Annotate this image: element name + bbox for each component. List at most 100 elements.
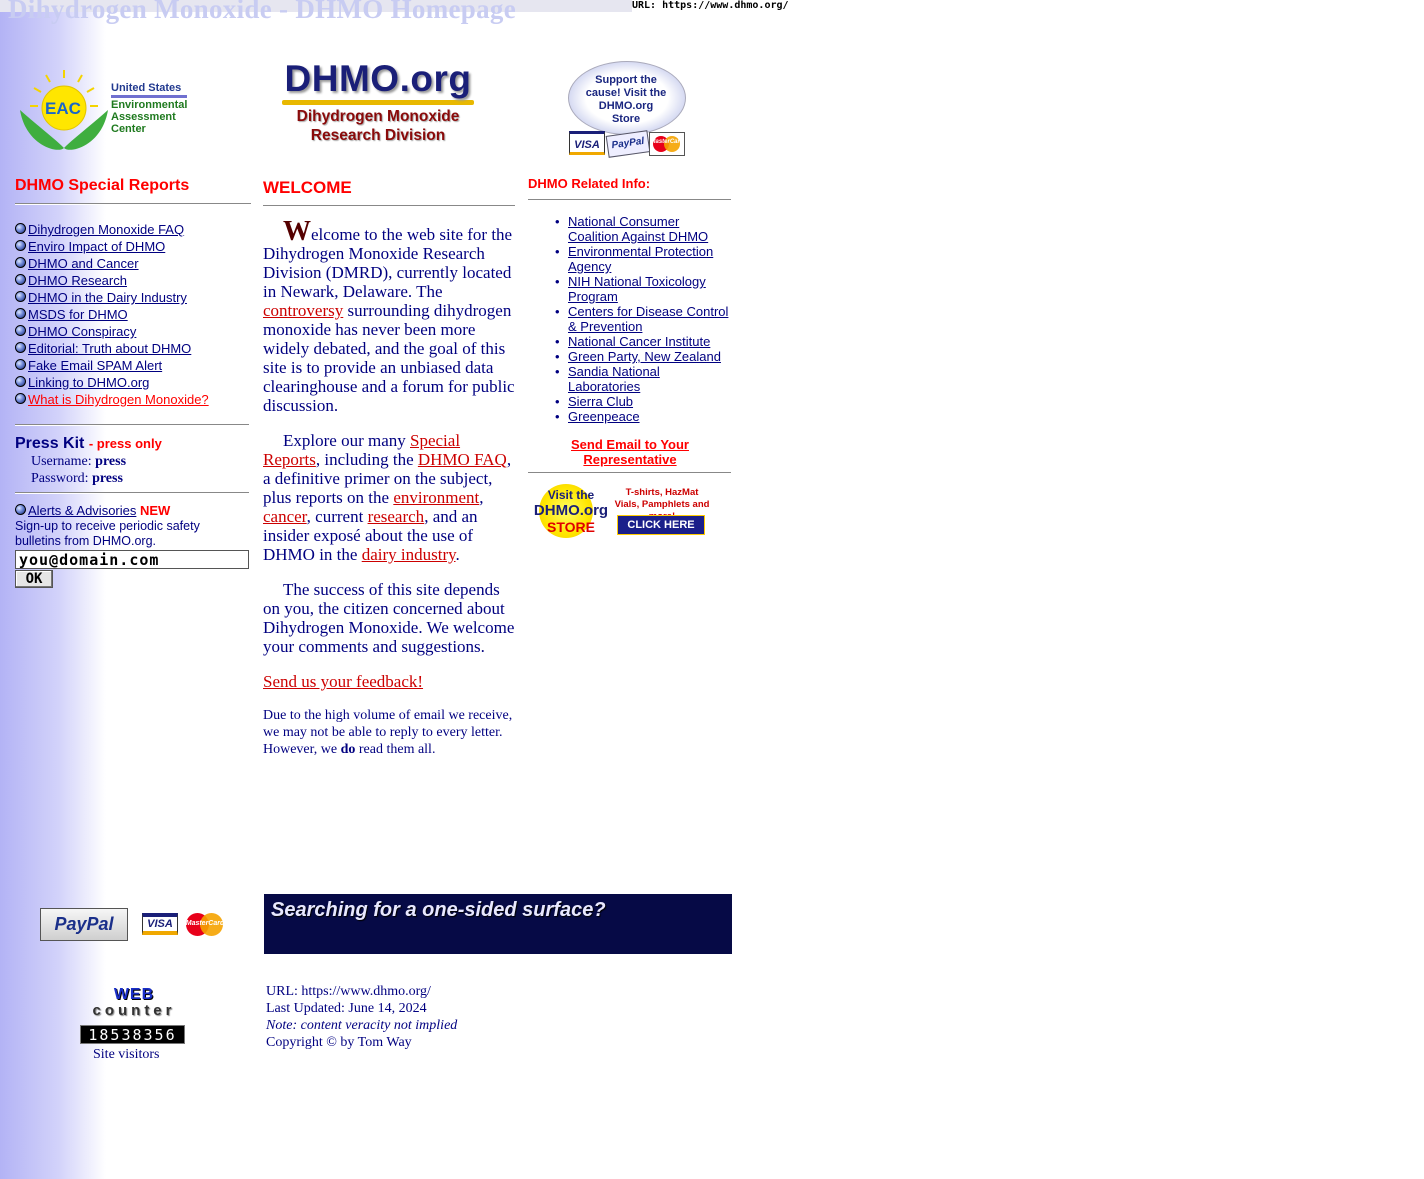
related-info-title: DHMO Related Info: (528, 176, 651, 191)
username-label: Username: (31, 454, 92, 469)
drop-cap: W (283, 216, 311, 247)
email-field[interactable] (15, 550, 249, 569)
page-footer: URL: https://www.dhmo.org/ Last Updated:… (266, 983, 466, 1051)
related-link-epa[interactable]: Environmental Protection Agency (568, 244, 713, 274)
eac-line-2: Environmental (111, 99, 188, 111)
store-ad[interactable]: Visit the DHMO.org STORE T-shirts, HazMa… (529, 484, 713, 540)
report-link-what-is[interactable]: What is Dihydrogen Monoxide? (28, 392, 209, 407)
welcome-paragraph-3: The success of this site depends on you,… (263, 580, 515, 656)
cancer-link[interactable]: cancer (263, 507, 307, 526)
feedback-link[interactable]: Send us your feedback! (263, 672, 423, 691)
report-link-linking[interactable]: Linking to DHMO.org (28, 375, 149, 390)
dhmo-logo-stripe (282, 100, 474, 105)
related-item: Centers for Disease Control & Prevention (528, 304, 733, 334)
related-link-green-party[interactable]: Green Party, New Zealand (568, 349, 721, 364)
left-divider-2 (15, 424, 249, 426)
welcome-paragraph-1: Welcome to the web site for the Dihydrog… (263, 218, 515, 416)
report-item-dairy: DHMO in the Dairy Industry (15, 290, 255, 307)
report-link-editorial[interactable]: Editorial: Truth about DHMO (28, 341, 191, 356)
alerts-link[interactable]: Alerts & Advisories (28, 503, 136, 518)
welcome-paragraph-2: Explore our many Special Reports, includ… (263, 431, 515, 564)
store-word-text: STORE (547, 519, 595, 535)
left-divider-3 (15, 492, 249, 494)
report-item-spam: Fake Email SPAM Alert (15, 358, 255, 375)
related-links-list: National Consumer Coalition Against DHMO… (528, 214, 733, 424)
report-item-cancer: DHMO and Cancer (15, 256, 255, 273)
dhmo-logo[interactable]: DHMO.org Dihydrogen Monoxide Research Di… (278, 58, 478, 156)
related-item: National Cancer Institute (528, 334, 733, 349)
related-item: Sierra Club (528, 394, 733, 409)
research-link[interactable]: research (368, 507, 425, 526)
report-link-conspiracy[interactable]: DHMO Conspiracy (28, 324, 136, 339)
related-link-cdc[interactable]: Centers for Disease Control & Prevention (568, 304, 728, 334)
alerts-row: Alerts & Advisories NEW (15, 503, 170, 518)
footer-updated: Last Updated: June 14, 2024 (266, 1001, 427, 1016)
page-title: Dihydrogen Monoxide - DHMO Homepage (8, 0, 516, 24)
report-link-spam[interactable]: Fake Email SPAM Alert (28, 358, 162, 373)
right-divider-1 (528, 199, 731, 201)
new-badge: NEW (140, 503, 171, 518)
special-reports-list: Dihydrogen Monoxide FAQ Enviro Impact of… (15, 222, 255, 409)
related-link-sandia[interactable]: Sandia National Laboratories (568, 364, 660, 394)
paypal-button[interactable]: PayPal (40, 908, 128, 941)
environment-link[interactable]: environment (393, 488, 479, 507)
report-link-faq[interactable]: Dihydrogen Monoxide FAQ (28, 222, 184, 237)
report-link-dairy[interactable]: DHMO in the Dairy Industry (28, 290, 187, 305)
email-representative-link[interactable]: Send Email to Your Representative (540, 437, 720, 467)
one-sided-surface-banner[interactable]: Searching for a one-sided surface? (264, 894, 732, 954)
dairy-industry-link[interactable]: dairy industry (362, 545, 456, 564)
mastercard-logo-label: MasterCard (185, 920, 225, 927)
report-link-research[interactable]: DHMO Research (28, 273, 127, 288)
p2-text-d: , (479, 488, 484, 507)
store-badge-line-4: Store (611, 113, 641, 125)
controversy-link[interactable]: controversy (263, 301, 343, 320)
store-support-badge[interactable]: Support the cause! Visit the DHMO.org St… (567, 61, 687, 159)
p4-text-b: read them all. (355, 742, 436, 757)
store-badge-line-2: cause! Visit the (585, 87, 667, 99)
blue-ball-icon (15, 308, 26, 319)
eac-logo[interactable]: EAC United States Environmental Assessme… (16, 66, 191, 154)
center-divider (263, 205, 515, 207)
related-link-nci[interactable]: National Cancer Institute (568, 334, 710, 349)
footer-url: URL: https://www.dhmo.org/ (266, 984, 431, 999)
blue-ball-icon (15, 359, 26, 370)
blue-ball-icon (15, 274, 26, 285)
blue-ball-icon (15, 393, 26, 404)
p2-text-a: Explore our many (283, 431, 410, 450)
report-link-msds[interactable]: MSDS for DHMO (28, 307, 128, 322)
username-value: press (95, 454, 127, 469)
welcome-paragraph-4: Due to the high volume of email we recei… (263, 707, 515, 758)
footer-note: Note: content veracity not implied (266, 1018, 458, 1033)
mastercard-label: MasterCard (650, 139, 684, 145)
visa-card-icon: VISA (569, 131, 605, 155)
related-link-sierra[interactable]: Sierra Club (568, 394, 633, 409)
store-click-here-button[interactable]: CLICK HERE (617, 515, 705, 535)
url-strip: URL: https://www.dhmo.org/ (632, 0, 789, 11)
dhmo-logo-title: DHMO.org (284, 58, 472, 99)
report-item-faq: Dihydrogen Monoxide FAQ (15, 222, 255, 239)
report-link-enviro[interactable]: Enviro Impact of DHMO (28, 239, 165, 254)
related-link-ncc[interactable]: National Consumer Coalition Against DHMO (568, 214, 708, 244)
blue-ball-icon (15, 240, 26, 251)
left-divider-1 (15, 203, 251, 205)
p2-text-g: . (455, 545, 460, 564)
footer-copyright: Copyright © by Tom Way (266, 1035, 412, 1050)
dhmo-faq-link[interactable]: DHMO FAQ (418, 450, 507, 469)
related-item: Green Party, New Zealand (528, 349, 733, 364)
related-link-greenpeace[interactable]: Greenpeace (568, 409, 640, 424)
special-reports-title: DHMO Special Reports (15, 177, 190, 194)
report-item-editorial: Editorial: Truth about DHMO (15, 341, 255, 358)
store-visit-text: Visit the (547, 488, 595, 502)
ok-button[interactable]: OK (15, 570, 53, 588)
web-counter: WEB counter (70, 986, 198, 1019)
related-link-nih[interactable]: NIH National Toxicology Program (568, 274, 706, 304)
p2-text-e: , current (306, 507, 368, 526)
report-link-cancer[interactable]: DHMO and Cancer (28, 256, 139, 271)
counter-word-label: counter (92, 1002, 176, 1019)
paypal-card-icon: PayPal (605, 130, 651, 158)
mastercard-icon: MasterCard (649, 132, 685, 156)
report-item-conspiracy: DHMO Conspiracy (15, 324, 255, 341)
signup-text: Sign-up to receive periodic safety bulle… (15, 519, 200, 548)
p4-bold-do: do (340, 742, 356, 757)
blue-ball-icon (15, 376, 26, 387)
